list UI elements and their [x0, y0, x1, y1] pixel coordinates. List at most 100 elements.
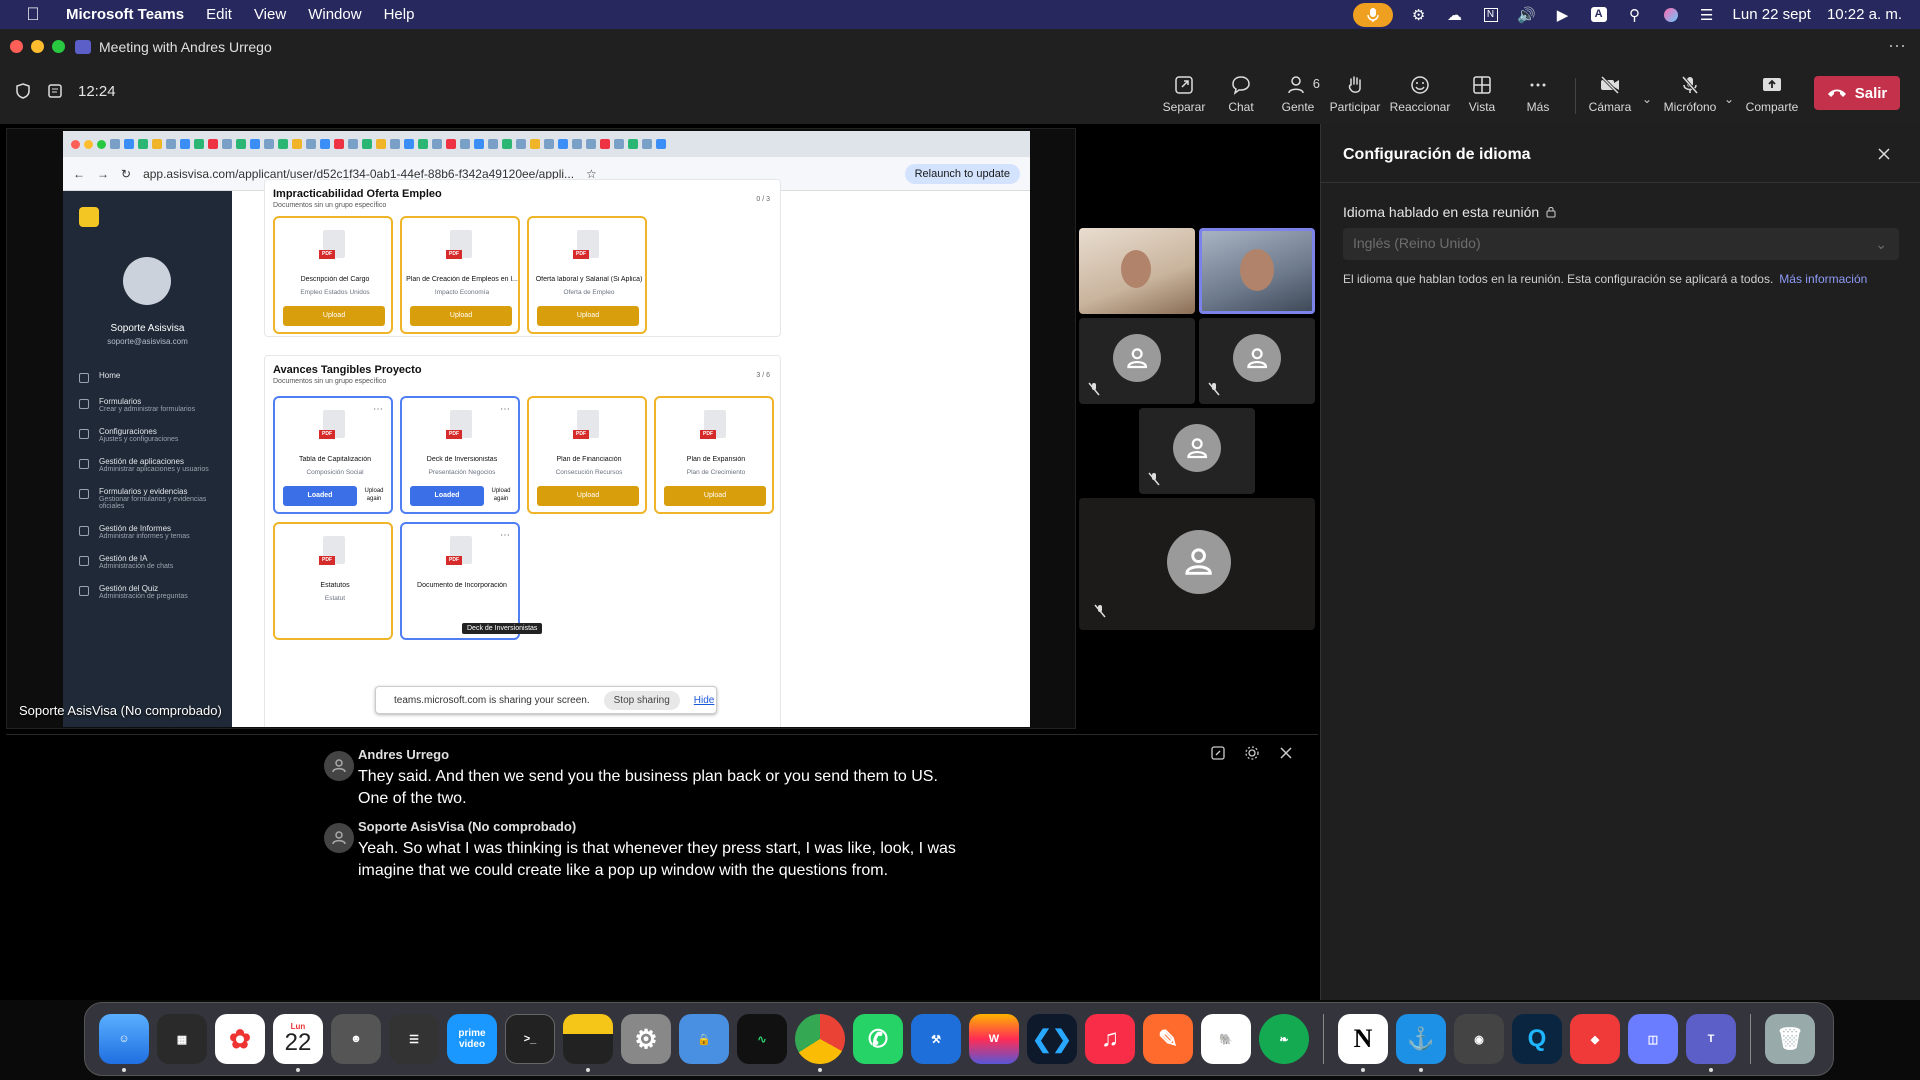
upload-again-link[interactable]: Upload again — [488, 487, 514, 503]
input-source-icon[interactable]: A — [1589, 6, 1609, 24]
terminal-icon[interactable]: >_ — [505, 1014, 555, 1064]
system-settings-icon[interactable]: ⚙ — [621, 1014, 671, 1064]
chrome-icon[interactable] — [795, 1014, 845, 1072]
launchpad-icon[interactable]: ▦ — [157, 1014, 207, 1064]
captions-settings-gear-icon[interactable] — [1244, 745, 1260, 761]
docker-icon[interactable]: ⚓ — [1396, 1014, 1446, 1072]
reminders-icon[interactable]: ☰ — [389, 1014, 439, 1064]
more-info-link[interactable]: Más información — [1779, 272, 1867, 286]
whatsapp-icon[interactable]: ✆ — [853, 1014, 903, 1064]
participant-tile[interactable] — [1199, 318, 1315, 404]
doc-card[interactable]: PDF Plan de Creación de Empleos en l... … — [400, 216, 520, 334]
panel-close-icon[interactable] — [1876, 146, 1892, 162]
camera-options-chevron-icon[interactable]: ⌄ — [1642, 92, 1652, 106]
menubar-date[interactable]: Lun 22 sept — [1733, 6, 1811, 23]
minimize-window-button[interactable] — [31, 40, 44, 53]
control-center-icon[interactable]: ☰ — [1697, 6, 1717, 24]
upload-button[interactable]: Upload — [664, 486, 766, 506]
back-arrow-icon[interactable]: ← — [73, 167, 85, 181]
card-menu-icon[interactable]: ⋯ — [373, 404, 383, 415]
calendar-icon[interactable]: Lun 22 — [273, 1014, 323, 1072]
sidebar-item-formularios[interactable]: Formularios Crear y administrar formulari… — [79, 397, 224, 413]
volume-icon[interactable]: 🔊 — [1517, 6, 1537, 24]
camera-button[interactable]: Cámara — [1578, 70, 1642, 120]
chat-button[interactable]: Chat — [1209, 70, 1273, 120]
sidebar-item-aplicaciones[interactable]: Gestión de aplicaciones Administrar aplic… — [79, 457, 224, 473]
more-options-icon[interactable]: ⋯ — [1888, 36, 1906, 57]
quicktime-icon[interactable]: Q — [1512, 1014, 1562, 1064]
close-window-button[interactable] — [10, 40, 23, 53]
upload-button[interactable]: Upload — [537, 486, 639, 506]
more-button[interactable]: Más — [1506, 70, 1570, 120]
doc-card[interactable]: PDF Plan de Financiación Consecución Rec… — [527, 396, 647, 514]
participant-tile[interactable] — [1139, 408, 1255, 494]
participant-tile-large[interactable] — [1079, 498, 1315, 630]
upload-button[interactable]: Upload — [283, 306, 385, 326]
captions-popout-icon[interactable] — [1210, 745, 1226, 761]
teams-dock-icon[interactable]: T — [1686, 1014, 1736, 1072]
photos-icon[interactable]: ✿ — [215, 1014, 265, 1064]
music-icon[interactable]: ♫ — [1085, 1014, 1135, 1064]
mic-in-use-icon[interactable] — [1352, 2, 1393, 27]
prime-video-icon[interactable]: prime video — [447, 1014, 497, 1064]
shared-screen[interactable]: ← → ↻ app.asisvisa.com/applicant/user/d5… — [6, 128, 1076, 729]
sidebar-item-informes[interactable]: Gestión de Informes Administrar informes … — [79, 524, 224, 540]
relaunch-button[interactable]: Relaunch to update — [904, 163, 1020, 184]
sidebar-item-home[interactable]: Home — [79, 371, 224, 383]
pop-out-button[interactable]: Separar — [1152, 70, 1216, 120]
siri-icon[interactable] — [1661, 6, 1681, 24]
loaded-button[interactable]: Loaded — [410, 486, 484, 506]
doc-card[interactable]: PDF Descripción del Cargo Empleo Estados… — [273, 216, 393, 334]
vscode-icon[interactable]: ❮❯ — [1027, 1014, 1077, 1064]
trash-icon[interactable]: 🗑 — [1765, 1014, 1815, 1064]
card-menu-icon[interactable]: ⋯ — [500, 530, 510, 541]
vpn-icon[interactable]: 🔒 — [679, 1014, 729, 1064]
doc-card[interactable]: ⋯ PDF Tabla de Capitalización Composició… — [273, 396, 393, 514]
settings-gear-icon[interactable]: ⚙ — [1409, 6, 1429, 24]
notion-icon[interactable]: N — [1481, 6, 1501, 24]
menubar-time[interactable]: 10:22 a. m. — [1827, 6, 1902, 23]
doc-card[interactable]: PDF Oferta laboral y Salarial (Si Aplica… — [527, 216, 647, 334]
postgres-icon[interactable]: 🐘 — [1201, 1014, 1251, 1064]
notion-app-icon[interactable]: N — [1338, 1014, 1388, 1072]
sidebar-item-evidencias[interactable]: Formularios y evidencias Gestionar formul… — [79, 487, 224, 510]
doc-card[interactable]: ⋯ PDF Deck de Inversionistas Presentació… — [400, 396, 520, 514]
forward-arrow-icon[interactable]: → — [97, 167, 109, 181]
notes-icon[interactable] — [46, 82, 64, 100]
participant-tile[interactable] — [1079, 318, 1195, 404]
reload-icon[interactable]: ↻ — [121, 167, 131, 181]
spoken-language-select[interactable]: Inglés (Reino Unido) ⌄ — [1343, 228, 1899, 260]
shield-icon[interactable] — [14, 82, 32, 100]
apple-menu-icon[interactable]:  — [20, 0, 46, 29]
loaded-button[interactable]: Loaded — [283, 486, 357, 506]
activity-monitor-icon[interactable]: ∿ — [737, 1014, 787, 1064]
play-icon[interactable]: ▶ — [1553, 6, 1573, 24]
anydesk-icon[interactable]: ◆ — [1570, 1014, 1620, 1064]
pencil-app-icon[interactable]: ✎ — [1143, 1014, 1193, 1064]
finder-icon[interactable]: ☺ — [99, 1014, 149, 1072]
contacts-icon[interactable]: ☻ — [331, 1014, 381, 1064]
raise-hand-button[interactable]: Participar — [1323, 70, 1387, 120]
xcode-icon[interactable]: ⚒ — [911, 1014, 961, 1064]
participant-video-tile[interactable] — [1199, 228, 1315, 314]
microphone-button[interactable]: Micrófono — [1658, 70, 1722, 120]
preview-icon[interactable]: ◫ — [1628, 1014, 1678, 1064]
disk-utility-icon[interactable]: ◉ — [1454, 1014, 1504, 1064]
menu-help[interactable]: Help — [384, 6, 415, 23]
spotlight-search-icon[interactable]: ⚲ — [1625, 6, 1645, 24]
app-name-menu[interactable]: Microsoft Teams — [66, 6, 184, 23]
card-menu-icon[interactable]: ⋯ — [500, 404, 510, 415]
sidebar-item-ia[interactable]: Gestión de IA Administración de chats — [79, 554, 224, 570]
people-button[interactable]: 6 Gente — [1266, 70, 1330, 120]
sidebar-item-configuraciones[interactable]: Configuraciones Ajustes y configuraciones — [79, 427, 224, 443]
participant-video-tile[interactable] — [1079, 228, 1195, 314]
share-button[interactable]: Comparte — [1740, 70, 1804, 120]
upload-button[interactable]: Upload — [537, 306, 639, 326]
doc-card[interactable]: PDF Estatutos Estatut — [273, 522, 393, 640]
mongodb-compass-icon[interactable]: ❧ — [1259, 1014, 1309, 1064]
view-button[interactable]: Vista — [1450, 70, 1514, 120]
sidebar-item-quiz[interactable]: Gestión del Quiz Administración de pregun… — [79, 584, 224, 600]
menu-window[interactable]: Window — [308, 6, 361, 23]
zoom-window-button[interactable] — [52, 40, 65, 53]
react-button[interactable]: Reaccionar — [1388, 70, 1452, 120]
